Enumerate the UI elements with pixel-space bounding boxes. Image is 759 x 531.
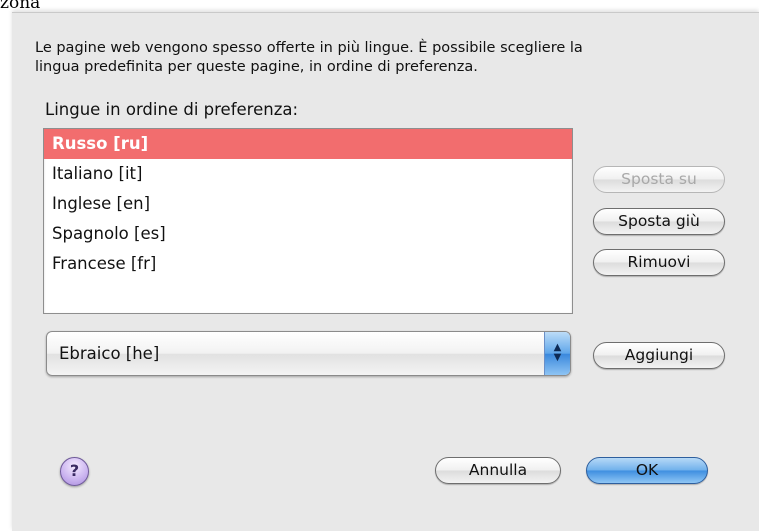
description-line-2: lingua predefinita per queste pagine, in… bbox=[35, 59, 478, 75]
move-up-button[interactable]: Sposta su bbox=[593, 166, 725, 193]
language-item-spagnolo[interactable]: Spagnolo [es] bbox=[44, 219, 572, 249]
cancel-button[interactable]: Annulla bbox=[435, 457, 561, 484]
remove-button[interactable]: Rimuovi bbox=[593, 249, 725, 276]
popup-up-down-arrows-icon[interactable]: ▲ ▼ bbox=[544, 332, 570, 375]
language-preferences-sheet: Le pagine web vengono spesso offerte in … bbox=[12, 12, 759, 531]
language-item-russo[interactable]: Russo [ru] bbox=[44, 129, 572, 159]
add-language-popup-value: Ebraico [he] bbox=[59, 344, 160, 363]
languages-list[interactable]: Russo [ru] Italiano [it] Inglese [en] Sp… bbox=[43, 128, 573, 314]
language-item-francese[interactable]: Francese [fr] bbox=[44, 249, 572, 279]
move-down-button[interactable]: Sposta giù bbox=[593, 208, 725, 235]
language-item-inglese[interactable]: Inglese [en] bbox=[44, 189, 572, 219]
add-button[interactable]: Aggiungi bbox=[593, 342, 725, 369]
ok-button[interactable]: OK bbox=[586, 457, 708, 484]
background-window-title-fragment: zona bbox=[0, 0, 41, 13]
dialog-description: Le pagine web vengono spesso offerte in … bbox=[35, 39, 715, 77]
languages-list-label: Lingue in ordine di preferenza: bbox=[45, 100, 299, 119]
help-button[interactable]: ? bbox=[60, 457, 89, 486]
language-item-italiano[interactable]: Italiano [it] bbox=[44, 159, 572, 189]
description-line-1: Le pagine web vengono spesso offerte in … bbox=[35, 40, 583, 56]
add-language-popup[interactable]: Ebraico [he] ▲ ▼ bbox=[46, 331, 571, 376]
